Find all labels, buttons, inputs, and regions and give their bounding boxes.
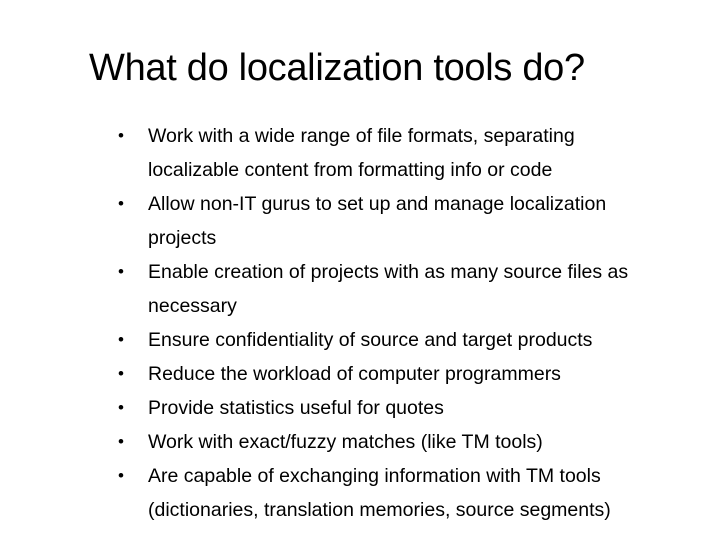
bullet-item: • Ensure confidentiality of source and ta… bbox=[112, 323, 702, 357]
bullet-text-line: Work with exact/fuzzy matches (like TM t… bbox=[148, 431, 543, 453]
bullet-item: • Work with exact/fuzzy matches (like TM … bbox=[112, 425, 702, 459]
bullet-marker: • bbox=[118, 466, 124, 485]
slide-title: What do localization tools do? bbox=[89, 47, 585, 89]
bullet-text-line: projects bbox=[148, 227, 217, 249]
bullet-text-line: Are capable of exchanging information wi… bbox=[148, 465, 601, 487]
bullet-text-line: Enable creation of projects with as many… bbox=[148, 261, 629, 283]
bullet-item: • Are capable of exchanging information w… bbox=[112, 459, 702, 527]
bullet-text-line: localizable content from formatting info… bbox=[148, 159, 553, 181]
bullet-item: • Provide statistics useful for quotes bbox=[112, 391, 702, 425]
bullet-marker: • bbox=[118, 330, 124, 349]
bullet-item: • Allow non-IT gurus to set up and manage… bbox=[112, 187, 702, 255]
bullet-marker: • bbox=[118, 194, 124, 213]
bullet-text-line: necessary bbox=[148, 295, 237, 317]
bullet-item: • Reduce the workload of computer program… bbox=[112, 357, 702, 391]
bullet-text-line: Reduce the workload of computer programm… bbox=[148, 363, 561, 385]
bullet-text-line: Work with a wide range of file formats, … bbox=[148, 125, 575, 147]
bullet-text-line: Allow non-IT gurus to set up and manage … bbox=[148, 193, 607, 215]
bullet-marker: • bbox=[118, 126, 124, 145]
bullet-marker: • bbox=[118, 398, 124, 417]
bullet-text-line: Provide statistics useful for quotes bbox=[148, 397, 444, 419]
bullet-item: • Enable creation of projects with as man… bbox=[112, 255, 702, 323]
bullet-list: • Work with a wide range of file formats,… bbox=[112, 119, 702, 527]
bullet-marker: • bbox=[118, 432, 124, 451]
slide: What do localization tools do? • Work wit… bbox=[0, 0, 720, 540]
bullet-text-line: (dictionaries, translation memories, sou… bbox=[148, 499, 611, 521]
bullet-text-line: Ensure confidentiality of source and tar… bbox=[148, 329, 593, 351]
bullet-marker: • bbox=[118, 364, 124, 383]
bullet-item: • Work with a wide range of file formats,… bbox=[112, 119, 702, 187]
bullet-marker: • bbox=[118, 262, 124, 281]
